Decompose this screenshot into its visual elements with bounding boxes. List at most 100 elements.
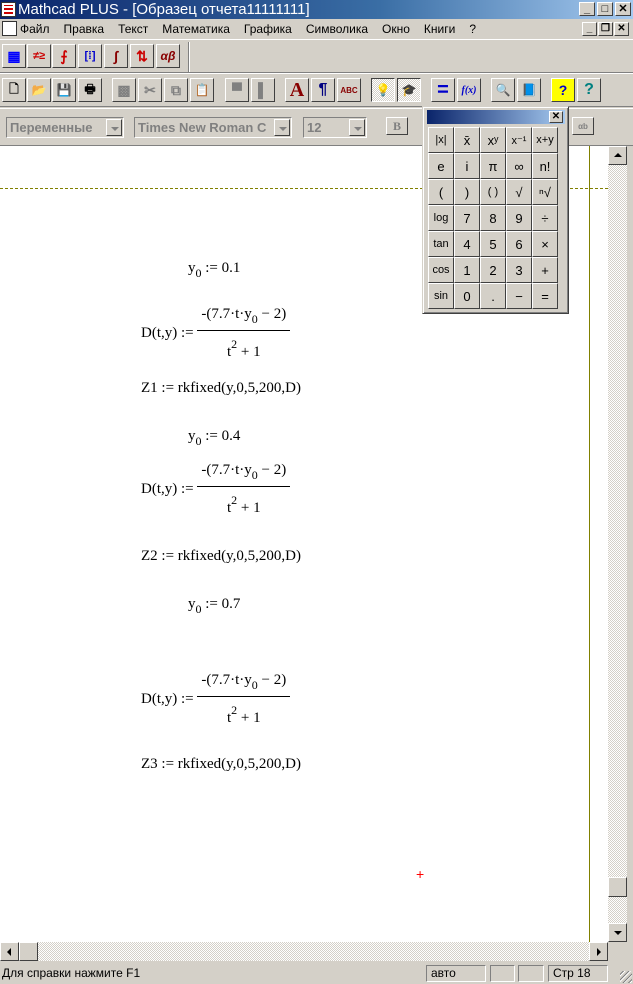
resource-icon[interactable]: 📘 bbox=[517, 78, 541, 102]
d-function-definition-1[interactable]: D(t,y) := -(7.7·t·y0 − 2) t2 + 1 bbox=[141, 306, 291, 361]
menu-file[interactable]: Файл bbox=[20, 22, 50, 36]
open-icon[interactable]: 📂 bbox=[27, 78, 51, 102]
app-icon[interactable] bbox=[1, 2, 16, 17]
palette-key[interactable]: ( bbox=[428, 179, 454, 205]
menu-graphics[interactable]: Графика bbox=[244, 22, 292, 36]
help-context-icon[interactable]: ? bbox=[551, 78, 575, 102]
menu-math[interactable]: Математика bbox=[162, 22, 230, 36]
zoom-icon[interactable]: 🔍 bbox=[491, 78, 515, 102]
scroll-thumb[interactable] bbox=[608, 877, 627, 897]
spellcheck-icon[interactable]: ABC bbox=[337, 78, 361, 102]
z1-rkfixed[interactable]: Z1 := rkfixed(y,0,5,200,D) bbox=[141, 380, 301, 397]
resize-grip-icon[interactable] bbox=[620, 971, 632, 983]
palette-key[interactable]: ) bbox=[454, 179, 480, 205]
doc-close-button[interactable]: ✕ bbox=[614, 22, 629, 36]
palette-key[interactable]: 8 bbox=[480, 205, 506, 231]
palette-key[interactable]: xʸ bbox=[480, 127, 506, 153]
menu-text[interactable]: Текст bbox=[118, 22, 148, 36]
menu-edit[interactable]: Правка bbox=[64, 22, 105, 36]
font-select[interactable]: Times New Roman C bbox=[134, 117, 292, 138]
palette-key[interactable]: tan bbox=[428, 231, 454, 257]
minimize-button[interactable]: _ bbox=[579, 2, 595, 16]
programming-icon[interactable]: ⇅ bbox=[130, 44, 154, 68]
palette-key[interactable]: sin bbox=[428, 283, 454, 309]
scroll-down-button[interactable] bbox=[608, 923, 627, 942]
palette-key[interactable]: + bbox=[532, 257, 558, 283]
palette-title-bar[interactable]: ✕ bbox=[427, 110, 565, 124]
palette-key[interactable]: 3 bbox=[506, 257, 532, 283]
palette-key[interactable]: ÷ bbox=[532, 205, 558, 231]
palette-key[interactable]: 7 bbox=[454, 205, 480, 231]
palette-key[interactable]: − bbox=[506, 283, 532, 309]
maximize-button[interactable]: □ bbox=[597, 2, 613, 16]
palette-key[interactable]: 6 bbox=[506, 231, 532, 257]
y0-definition-1[interactable]: y0 := 0.1 bbox=[188, 260, 240, 281]
z2-rkfixed[interactable]: Z2 := rkfixed(y,0,5,200,D) bbox=[141, 548, 301, 565]
matrix-icon[interactable]: [⁞] bbox=[78, 44, 102, 68]
bold-button[interactable]: B bbox=[386, 117, 408, 135]
palette-key[interactable]: 9 bbox=[506, 205, 532, 231]
palette-key[interactable]: x⁻¹ bbox=[506, 127, 532, 153]
palette-key[interactable]: 2 bbox=[480, 257, 506, 283]
style-select[interactable]: Переменные bbox=[6, 117, 124, 138]
doc-minimize-button[interactable]: _ bbox=[582, 22, 597, 36]
greek-icon[interactable]: αβ bbox=[156, 44, 180, 68]
palette-key[interactable]: 4 bbox=[454, 231, 480, 257]
chevron-down-icon[interactable] bbox=[274, 119, 290, 136]
palette-key[interactable]: 0 bbox=[454, 283, 480, 309]
scroll-up-button[interactable] bbox=[608, 146, 627, 165]
help-icon[interactable]: ? bbox=[577, 78, 601, 102]
y0-definition-3[interactable]: y0 := 0.7 bbox=[188, 596, 240, 617]
align-across-icon[interactable]: ▀ bbox=[225, 78, 249, 102]
palette-key[interactable]: |x| bbox=[428, 127, 454, 153]
palette-key[interactable]: i bbox=[454, 153, 480, 179]
palette-key[interactable]: cos bbox=[428, 257, 454, 283]
tutor-icon[interactable]: 🎓 bbox=[397, 78, 421, 102]
calculator-icon[interactable]: ▦ bbox=[2, 44, 26, 68]
subscript-button[interactable]: αb bbox=[572, 117, 594, 135]
doc-restore-button[interactable]: ❐ bbox=[598, 22, 613, 36]
function-icon[interactable]: f(x) bbox=[457, 78, 481, 102]
graph-icon[interactable]: ⨍ bbox=[52, 44, 76, 68]
close-button[interactable]: ✕ bbox=[615, 2, 631, 16]
align-down-icon[interactable]: ▌ bbox=[251, 78, 275, 102]
check-spelling-region-icon[interactable]: ▩ bbox=[112, 78, 136, 102]
palette-key[interactable]: π bbox=[480, 153, 506, 179]
menu-books[interactable]: Книги bbox=[424, 22, 455, 36]
z3-rkfixed[interactable]: Z3 := rkfixed(y,0,5,200,D) bbox=[141, 756, 301, 773]
palette-key[interactable]: ( ) bbox=[480, 179, 506, 205]
chevron-down-icon[interactable] bbox=[106, 119, 122, 136]
palette-key[interactable]: × bbox=[532, 231, 558, 257]
menu-symbolics[interactable]: Символика bbox=[306, 22, 368, 36]
palette-key[interactable]: x+y bbox=[532, 127, 558, 153]
palette-key[interactable]: e bbox=[428, 153, 454, 179]
vertical-scrollbar[interactable] bbox=[608, 146, 627, 942]
chevron-down-icon[interactable] bbox=[349, 119, 365, 136]
calculate-icon[interactable]: = bbox=[431, 78, 455, 102]
calculus-icon[interactable]: ∫ bbox=[104, 44, 128, 68]
scroll-right-button[interactable] bbox=[589, 942, 608, 961]
palette-close-button[interactable]: ✕ bbox=[549, 111, 563, 123]
evaluation-icon[interactable]: ≠≥ bbox=[27, 44, 51, 68]
palette-key[interactable]: log bbox=[428, 205, 454, 231]
scroll-left-button[interactable] bbox=[0, 942, 19, 961]
font-size-select[interactable]: 12 bbox=[303, 117, 367, 138]
lightbulb-icon[interactable]: 💡 bbox=[371, 78, 395, 102]
cut-icon[interactable]: ✂ bbox=[138, 78, 162, 102]
palette-key[interactable]: 5 bbox=[480, 231, 506, 257]
menu-window[interactable]: Окно bbox=[382, 22, 410, 36]
copy-icon[interactable]: ⧉ bbox=[164, 78, 188, 102]
palette-key[interactable]: ∞ bbox=[506, 153, 532, 179]
hscroll-thumb[interactable] bbox=[19, 942, 38, 961]
d-function-definition-2[interactable]: D(t,y) := -(7.7·t·y0 − 2) t2 + 1 bbox=[141, 462, 291, 517]
new-icon[interactable]: 🗋 bbox=[2, 78, 26, 102]
palette-key[interactable]: n! bbox=[532, 153, 558, 179]
print-icon[interactable]: 🖶 bbox=[78, 78, 102, 102]
palette-key[interactable]: 1 bbox=[454, 257, 480, 283]
d-function-definition-3[interactable]: D(t,y) := -(7.7·t·y0 − 2) t2 + 1 bbox=[141, 672, 291, 727]
horizontal-scrollbar[interactable] bbox=[0, 942, 608, 961]
document-icon[interactable] bbox=[2, 21, 17, 36]
palette-key[interactable]: √ bbox=[506, 179, 532, 205]
paste-icon[interactable]: 📋 bbox=[190, 78, 214, 102]
paragraph-icon[interactable]: ¶ bbox=[311, 78, 335, 102]
